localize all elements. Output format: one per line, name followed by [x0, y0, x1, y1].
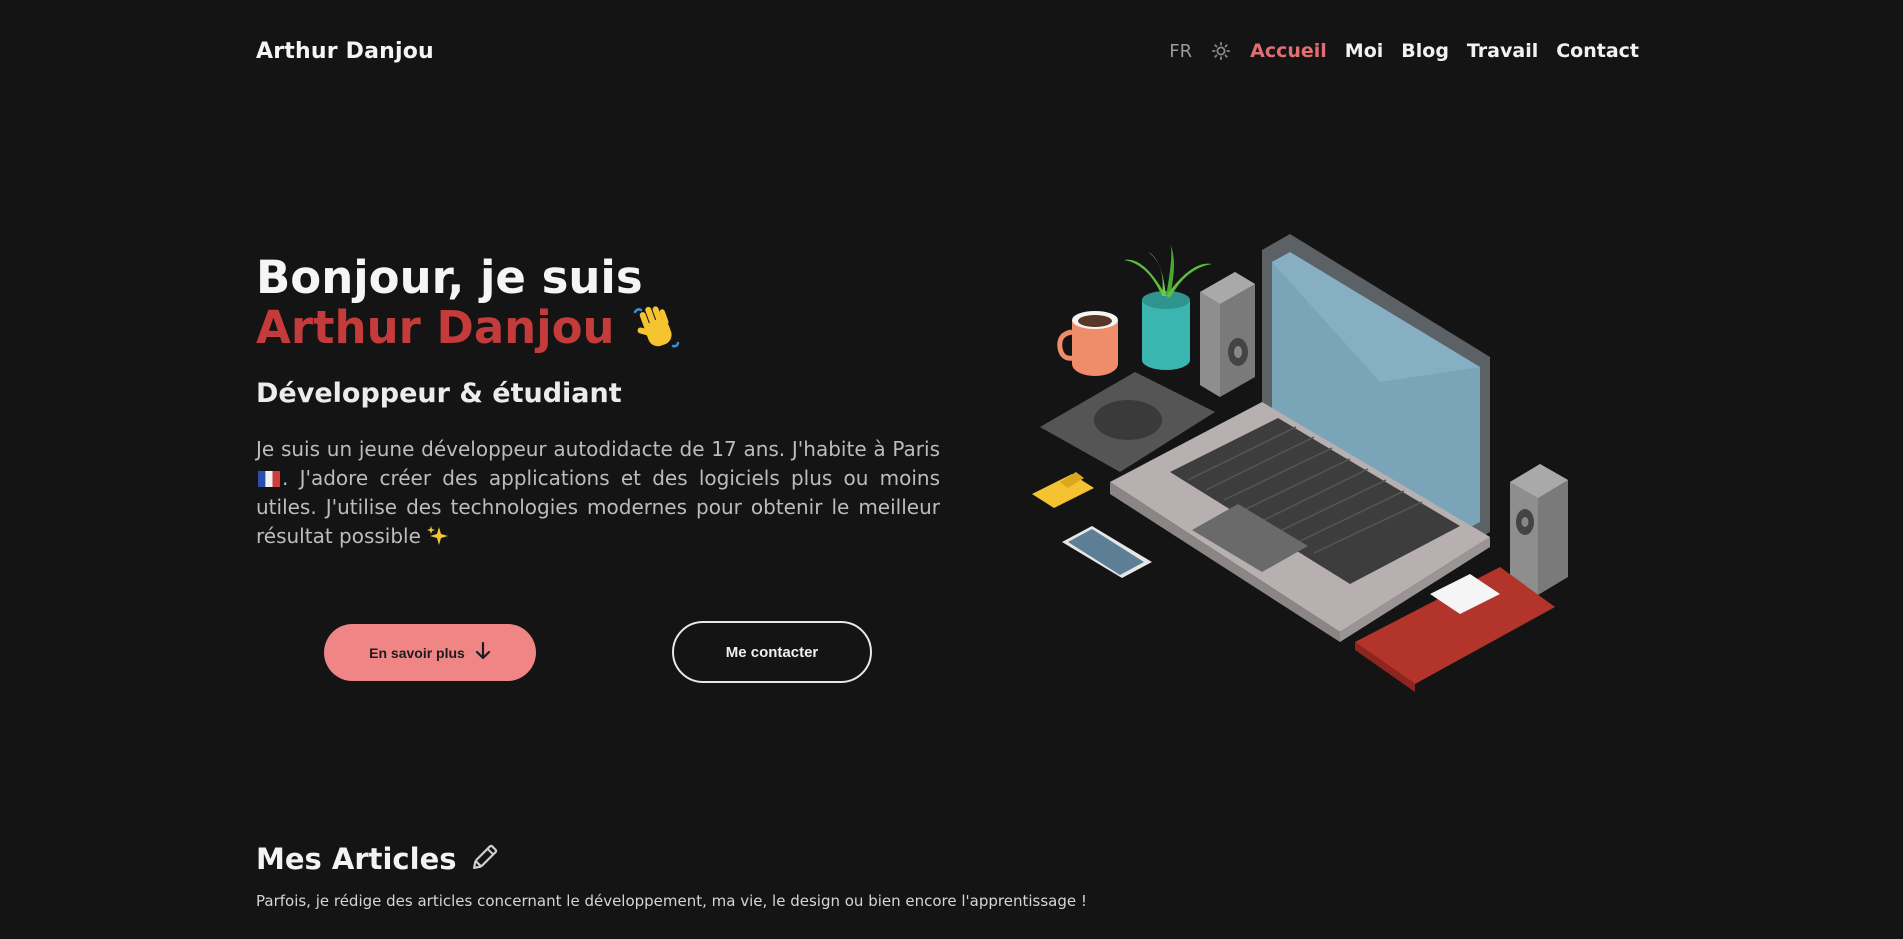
france-flag-icon [258, 466, 280, 487]
nav-link-travail[interactable]: Travail [1467, 40, 1538, 62]
learn-more-button[interactable]: En savoir plus [324, 624, 536, 681]
hero-subtitle: Développeur & étudiant [256, 378, 622, 409]
nav-link-blog[interactable]: Blog [1401, 40, 1449, 62]
nav-menu: FR Accueil Moi Blog Travail Contact [1169, 40, 1639, 62]
top-navbar: Arthur Danjou FR Accueil Moi Blog Travai… [256, 34, 1639, 68]
pencil-icon [469, 843, 501, 875]
hero-name-line: Arthur Danjou [256, 302, 940, 354]
arrow-down-icon [475, 641, 491, 663]
language-switch[interactable]: FR [1169, 41, 1192, 62]
articles-title: Mes Articles [256, 842, 457, 876]
bio-text-1: Je suis un jeune développeur autodidacte… [256, 437, 940, 461]
sun-icon[interactable] [1210, 40, 1232, 62]
hero-bio: Je suis un jeune développeur autodidacte… [256, 435, 940, 551]
waving-hand-icon [631, 302, 683, 354]
sparkles-icon [427, 525, 449, 547]
nav-link-accueil[interactable]: Accueil [1250, 40, 1327, 62]
articles-description: Parfois, je rédige des articles concerna… [256, 892, 1087, 910]
workspace-illustration [1020, 232, 1580, 702]
learn-more-label: En savoir plus [369, 644, 465, 661]
nav-link-contact[interactable]: Contact [1556, 40, 1639, 62]
site-brand[interactable]: Arthur Danjou [256, 39, 434, 64]
nav-link-moi[interactable]: Moi [1345, 40, 1383, 62]
hero-greeting: Bonjour, je suis [256, 251, 643, 304]
hero-intro: Bonjour, je suis Arthur Danjou Développe… [256, 254, 940, 551]
articles-heading: Mes Articles [256, 842, 1087, 876]
contact-me-button[interactable]: Me contacter [672, 621, 872, 683]
page: Arthur Danjou FR Accueil Moi Blog Travai… [0, 0, 1903, 939]
contact-me-label: Me contacter [725, 643, 819, 661]
hero-name: Arthur Danjou [256, 301, 615, 354]
articles-section: Mes Articles Parfois, je rédige des arti… [256, 842, 1087, 910]
bio-text-2: . J'adore créer des applications et des … [256, 466, 940, 548]
